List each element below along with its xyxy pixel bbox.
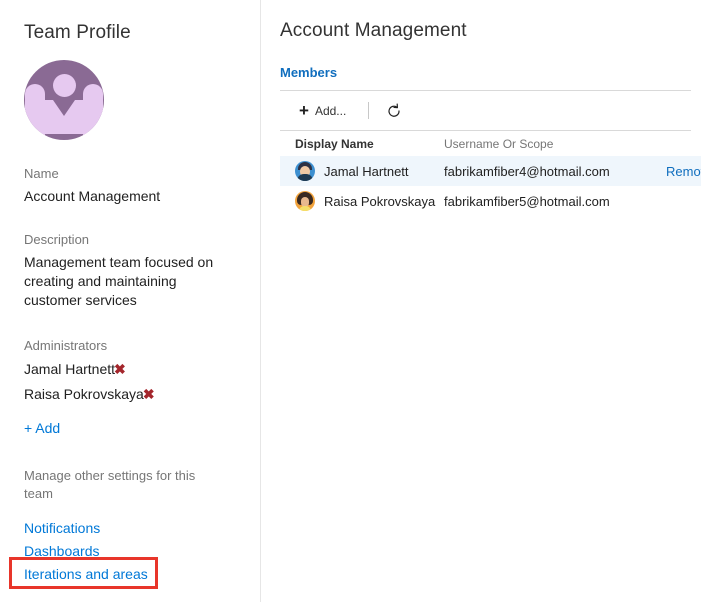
administrator-row: Raisa Pokrovskaya ✖ (24, 385, 260, 403)
team-icon-center-head (53, 74, 76, 97)
description-value: Management team focused on creating and … (24, 254, 214, 308)
member-username: fabrikamfiber4@hotmail.com (444, 163, 610, 179)
account-management-panel: Account Management Members + Add... Disp… (261, 0, 701, 602)
avatar-female-icon (295, 191, 315, 211)
team-icon-collar (53, 100, 75, 116)
name-value: Account Management (24, 188, 161, 204)
manage-settings-heading: Manage other settings for this team (24, 468, 196, 501)
avatar-body (297, 174, 313, 181)
refresh-button[interactable] (383, 100, 405, 122)
members-toolbar: + Add... (280, 91, 691, 131)
sidebar-item-iterations-and-areas[interactable]: Iterations and areas (24, 563, 260, 586)
tab-bar: Members (280, 64, 691, 91)
column-header-display-name: Display Name (295, 136, 374, 151)
remove-x-icon[interactable]: ✖ (143, 387, 155, 401)
toolbar-divider (368, 102, 370, 119)
team-profile-page: Team Profile Name Account Management Des… (0, 0, 701, 602)
sidebar-item-dashboards[interactable]: Dashboards (24, 540, 260, 563)
column-header-username: Username Or Scope (444, 136, 554, 151)
add-member-label: Add... (314, 103, 347, 118)
page-title: Team Profile (24, 22, 131, 43)
sidebar-item-notifications[interactable]: Notifications (24, 517, 260, 540)
avatar-body (299, 206, 311, 211)
name-label: Name (24, 166, 59, 181)
avatar-male-icon (295, 161, 315, 181)
member-name-cell: Raisa Pokrovskaya (295, 191, 444, 211)
administrator-row: Jamal Hartnett ✖ (24, 360, 260, 378)
remove-member-link[interactable]: Remove (666, 164, 701, 179)
plus-icon: + (299, 101, 309, 120)
administrator-name: Raisa Pokrovskaya (24, 386, 144, 402)
remove-x-icon[interactable]: ✖ (114, 362, 126, 376)
table-header-row: Display Name Username Or Scope (280, 131, 701, 156)
add-administrator-link[interactable]: + Add (24, 420, 60, 436)
administrator-name: Jamal Hartnett (24, 361, 116, 377)
table-row[interactable]: Jamal Hartnett fabrikamfiber4@hotmail.co… (280, 156, 701, 186)
add-member-button[interactable]: + Add... (295, 97, 350, 125)
member-username: fabrikamfiber5@hotmail.com (444, 193, 610, 209)
panel-title: Account Management (280, 20, 467, 41)
member-display-name: Jamal Hartnett (324, 163, 409, 179)
members-table: Display Name Username Or Scope Jamal Har… (280, 131, 701, 216)
team-profile-sidebar: Team Profile Name Account Management Des… (0, 0, 261, 602)
team-group-icon (24, 60, 104, 140)
refresh-icon (388, 103, 400, 117)
tab-members[interactable]: Members (280, 65, 337, 80)
table-row[interactable]: Raisa Pokrovskaya fabrikamfiber5@hotmail… (280, 186, 701, 216)
member-display-name: Raisa Pokrovskaya (324, 193, 436, 209)
member-name-cell: Jamal Hartnett (295, 161, 444, 181)
administrators-label: Administrators (24, 338, 108, 353)
description-label: Description (24, 232, 90, 247)
